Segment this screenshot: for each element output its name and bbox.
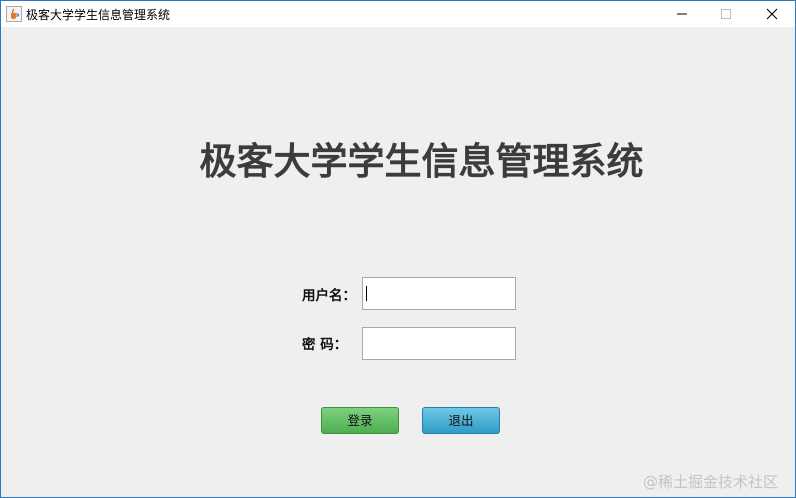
- close-icon: [766, 8, 778, 20]
- watermark: @稀土掘金技术社区: [643, 473, 779, 491]
- username-input[interactable]: [362, 277, 516, 310]
- text-cursor: [366, 286, 367, 301]
- password-label: 密 码：: [302, 337, 348, 353]
- window-title: 极客大学学生信息管理系统: [26, 8, 171, 22]
- minimize-icon: [677, 13, 687, 15]
- app-window: 极客大学学生信息管理系统 极客大学学生信息管理系统 用户名： 密 码： 登录 退…: [0, 0, 796, 498]
- login-button[interactable]: 登录: [321, 407, 399, 434]
- page-heading: 极客大学学生信息管理系统: [199, 140, 644, 183]
- title-bar[interactable]: 极客大学学生信息管理系统: [1, 1, 795, 27]
- close-button[interactable]: [749, 1, 795, 27]
- exit-button[interactable]: 退出: [422, 407, 500, 434]
- maximize-icon: [721, 9, 731, 19]
- java-cup-icon: [6, 6, 22, 22]
- password-input[interactable]: [362, 327, 516, 360]
- username-label: 用户名：: [302, 288, 356, 304]
- maximize-button[interactable]: [703, 1, 749, 27]
- minimize-button[interactable]: [659, 1, 705, 27]
